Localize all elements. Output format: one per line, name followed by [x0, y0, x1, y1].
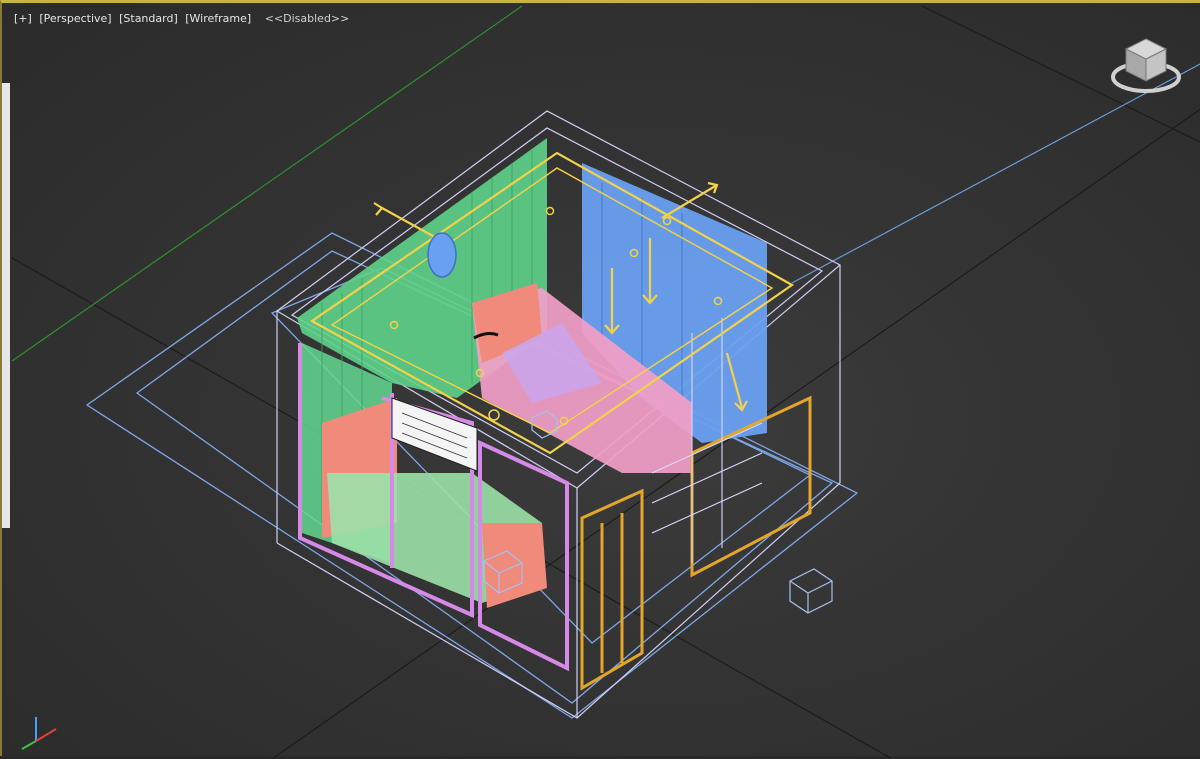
chair-salmon	[482, 523, 547, 608]
perspective-viewport[interactable]: [+] [Perspective] [Standard] [Wireframe]…	[0, 0, 1200, 759]
light-bulb	[545, 206, 555, 216]
x-axis-arrow	[35, 728, 57, 742]
tv-screen	[391, 397, 478, 472]
scene-canvas[interactable]	[2, 3, 1200, 759]
viewcube-icon[interactable]	[1108, 35, 1184, 101]
tv-panel	[391, 397, 478, 472]
y-axis-arrow	[21, 740, 37, 750]
light-bulb	[488, 409, 500, 421]
wall-clock	[427, 232, 457, 278]
axis-tripod-icon	[21, 717, 57, 750]
